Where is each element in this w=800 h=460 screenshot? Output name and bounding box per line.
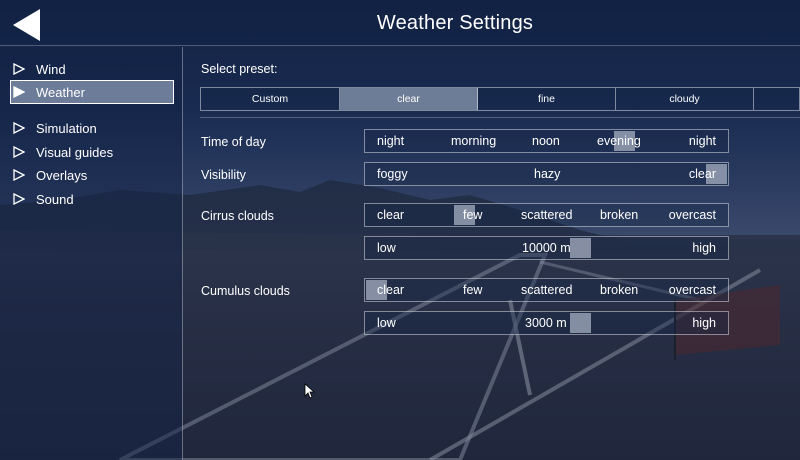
sidebar-item-weather[interactable]: Weather — [10, 80, 174, 104]
slider-stop-label: overcast — [668, 283, 716, 297]
preset-selector: Custom clear fine cloudy — [200, 87, 800, 111]
header-bar: Weather Settings — [0, 0, 800, 46]
sidebar-item-sound[interactable]: Sound — [10, 187, 174, 211]
slider-stop-label: evening — [597, 134, 641, 148]
slider-min-label: low — [377, 316, 396, 330]
visibility-slider[interactable]: foggy hazy clear — [364, 162, 729, 186]
play-triangle-icon — [13, 169, 25, 181]
slider-stop-label: scattered — [521, 283, 573, 297]
preset-fine-button[interactable]: fine — [478, 88, 616, 110]
slider-thumb[interactable] — [570, 313, 591, 333]
cirrus-altitude-slider[interactable]: low 10000 m high — [364, 236, 729, 260]
sidebar-item-label: Sound — [36, 191, 74, 207]
cumulus-clouds-label: Cumulus clouds — [201, 284, 290, 298]
preset-more-button[interactable] — [754, 88, 799, 110]
slider-stop-label: morning — [451, 134, 497, 148]
preset-clear-button[interactable]: clear — [340, 88, 478, 110]
visibility-label: Visibility — [201, 168, 246, 182]
cumulus-coverage-slider[interactable]: clear few scattered broken overcast — [364, 278, 729, 302]
slider-stop-label: night — [688, 134, 716, 148]
slider-stop-label: hazy — [534, 167, 561, 181]
sidebar-item-label: Simulation — [36, 120, 97, 136]
sidebar-item-overlays[interactable]: Overlays — [10, 163, 174, 187]
slider-stop-label: foggy — [377, 167, 408, 181]
slider-max-label: high — [692, 241, 716, 255]
play-triangle-icon — [13, 122, 25, 134]
time-of-day-slider[interactable]: night morning noon evening night — [364, 129, 729, 153]
time-of-day-label: Time of day — [201, 135, 266, 149]
play-triangle-icon — [13, 193, 25, 205]
slider-max-label: high — [692, 316, 716, 330]
slider-stop-label: noon — [532, 134, 560, 148]
slider-stop-label: broken — [600, 283, 639, 297]
sidebar-item-label: Wind — [36, 61, 66, 77]
slider-stop-label: overcast — [668, 208, 716, 222]
altitude-value: 10000 m — [522, 241, 571, 255]
page-title: Weather Settings — [376, 12, 534, 34]
sidebar-item-simulation[interactable]: Simulation — [10, 116, 174, 140]
altitude-value: 3000 m — [525, 316, 567, 330]
cirrus-coverage-slider[interactable]: clear few scattered broken overcast — [364, 203, 729, 227]
preset-label: Select preset: — [201, 62, 278, 76]
play-triangle-icon — [13, 146, 25, 158]
sidebar-item-visual-guides[interactable]: Visual guides — [10, 140, 174, 164]
mouse-cursor-icon — [304, 383, 316, 399]
preset-custom-button[interactable]: Custom — [201, 88, 340, 110]
slider-stop-label: few — [463, 208, 483, 222]
preset-cloudy-button[interactable]: cloudy — [616, 88, 754, 110]
slider-min-label: low — [377, 241, 396, 255]
play-triangle-icon — [13, 86, 25, 98]
slider-stop-label: broken — [600, 208, 639, 222]
cirrus-clouds-label: Cirrus clouds — [201, 209, 274, 223]
sidebar-item-label: Overlays — [36, 167, 88, 183]
separator — [200, 117, 800, 118]
slider-stop-label: scattered — [521, 208, 573, 222]
slider-stop-label: clear — [377, 208, 405, 222]
cumulus-altitude-slider[interactable]: low 3000 m high — [364, 311, 729, 335]
sidebar: Wind Weather Simulation Visual guides Ov… — [0, 47, 183, 460]
settings-panel: Select preset: Custom clear fine cloudy … — [184, 47, 800, 460]
play-triangle-icon — [13, 63, 25, 75]
slider-stop-label: clear — [377, 283, 405, 297]
slider-stop-label: few — [463, 283, 483, 297]
sidebar-item-wind[interactable]: Wind — [10, 57, 174, 81]
slider-stop-label: clear — [688, 167, 716, 181]
sidebar-item-label: Weather — [36, 84, 85, 100]
sidebar-item-label: Visual guides — [36, 144, 114, 160]
slider-thumb[interactable] — [570, 238, 591, 258]
slider-stop-label: night — [377, 134, 405, 148]
